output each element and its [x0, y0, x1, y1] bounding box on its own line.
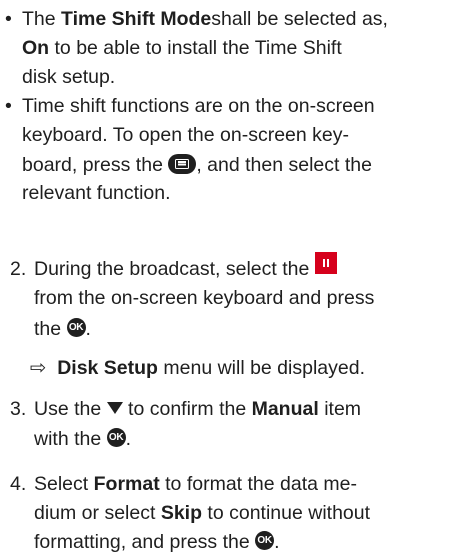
bullet-2-line-1: Time shift functions are on the on-scree…: [22, 95, 375, 117]
bullet-1-line-2: On to be able to install the Time Shift: [22, 37, 342, 59]
step-4-line-2: dium or select Skip to continue without: [34, 502, 371, 524]
format-term: Format: [93, 473, 160, 495]
step-3-line-1: Use the to confirm the Manual item: [34, 398, 362, 420]
ok-icon: OK: [255, 531, 275, 551]
bullet-1-line-1: The Time Shift Modeshall be selected as,: [22, 8, 388, 30]
step-number: 2.: [10, 258, 27, 280]
bullet-2-line-4: relevant function.: [22, 182, 171, 204]
result-arrow-icon: ⇨: [30, 357, 47, 379]
bullet-2-line-3: board, press the , and then select the: [22, 153, 372, 176]
step-number: 3.: [10, 398, 27, 420]
keyboard-icon: [168, 153, 197, 174]
result-line: ⇨ Disk Setup menu will be displayed.: [30, 357, 365, 379]
pause-icon: [314, 251, 337, 274]
step-2-line-3: the OK.: [34, 318, 91, 340]
bullet-marker: •: [5, 95, 12, 117]
step-number: 4.: [10, 473, 27, 495]
bullet-marker: •: [5, 8, 12, 30]
step-2-line-1: During the broadcast, select the: [34, 251, 337, 281]
disk-setup-term: Disk Setup: [57, 357, 158, 379]
manual-term: Manual: [251, 398, 319, 420]
step-2-line-2: from the on-screen keyboard and press: [34, 287, 375, 309]
manual-page: • The Time Shift Modeshall be selected a…: [0, 0, 473, 553]
step-3-line-2: with the OK.: [34, 428, 132, 450]
step-4-line-1: Select Format to format the data me-: [34, 473, 357, 495]
bullet-2-line-2: keyboard. To open the on-screen key-: [22, 124, 350, 146]
ok-icon: OK: [106, 428, 126, 448]
on-term: On: [22, 37, 50, 59]
down-arrow-icon: [106, 402, 123, 415]
time-shift-mode-term: Time Shift Mode: [61, 8, 212, 30]
skip-term: Skip: [160, 502, 202, 524]
bullet-1-line-3: disk setup.: [22, 66, 116, 88]
ok-icon: OK: [66, 318, 86, 338]
